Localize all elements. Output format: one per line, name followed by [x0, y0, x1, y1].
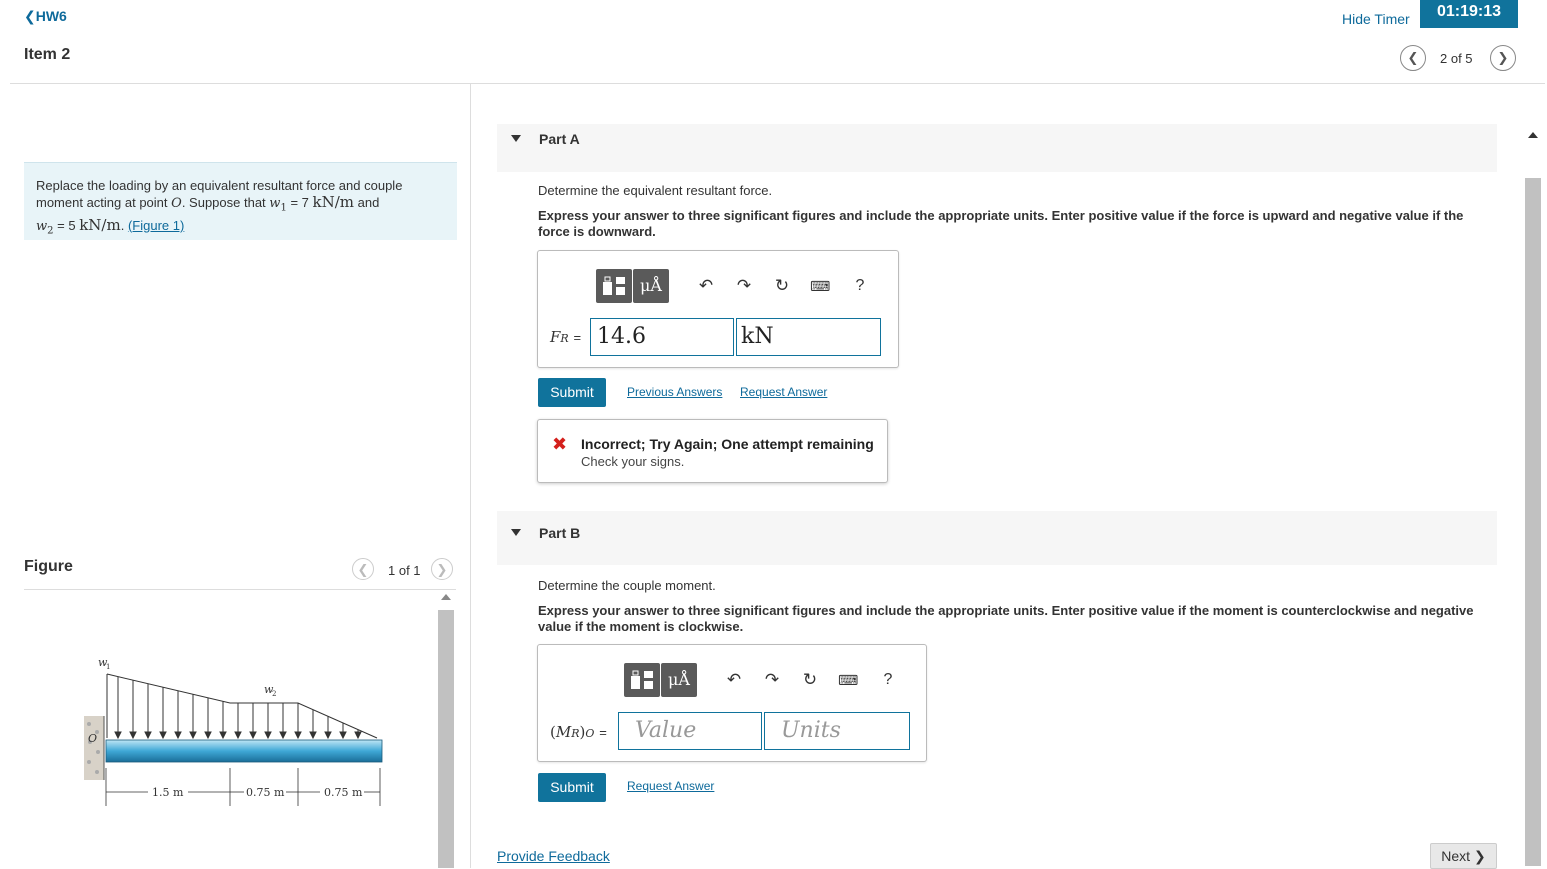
fr-label: FR =	[550, 328, 582, 346]
back-to-hw6-link[interactable]: ❮HW6	[24, 8, 67, 25]
help-icon[interactable]: ?	[850, 276, 870, 296]
timer-display: 01:19:13	[1420, 0, 1518, 28]
reset-icon[interactable]: ↻	[800, 670, 820, 690]
part-a-instructions: Express your answer to three significant…	[538, 208, 1464, 239]
wall-support	[84, 716, 104, 780]
keyboard-icon[interactable]: ⌨	[838, 670, 858, 690]
previous-item-button[interactable]: ❮	[1400, 45, 1426, 71]
part-b-instructions: Express your answer to three significant…	[538, 603, 1474, 634]
reset-icon[interactable]: ↻	[772, 276, 792, 296]
previous-figure-button[interactable]: ❮	[352, 558, 374, 580]
loading-diagram: w 1 w 2 O 1.5 m 0.75 m 0.75 m	[84, 656, 383, 806]
chevron-right-icon: ❯	[436, 562, 448, 577]
feedback-title: Incorrect; Try Again; One attempt remain…	[581, 436, 874, 452]
collapse-triangle-icon	[511, 529, 521, 536]
chevron-left-icon: ❮	[357, 562, 369, 577]
dim-0-75m-b: 0.75 m	[324, 786, 363, 799]
part-a-request-answer-link[interactable]: Request Answer	[740, 385, 827, 399]
part-b-submit-button[interactable]: Submit	[538, 773, 606, 802]
problem-statement: Replace the loading by an equivalent res…	[24, 162, 457, 240]
chevron-left-icon: ❮	[1407, 50, 1419, 65]
part-a-header[interactable]: Part A	[497, 124, 1497, 172]
part-b-label: Part B	[539, 525, 581, 541]
point-symbol: O	[171, 196, 182, 211]
redo-icon[interactable]: ↷	[734, 276, 754, 296]
main-scrollbar-thumb[interactable]	[1525, 178, 1541, 866]
part-b-units-field[interactable]: Units	[764, 712, 910, 750]
undo-icon[interactable]: ↶	[724, 670, 744, 690]
next-figure-button[interactable]: ❯	[431, 558, 453, 580]
figure-title: Figure	[24, 558, 73, 575]
templates-button[interactable]	[624, 663, 660, 697]
mro-label: (MR)O =	[550, 723, 607, 741]
undo-icon[interactable]: ↶	[696, 276, 716, 296]
column-divider	[470, 84, 471, 868]
provide-feedback-link[interactable]: Provide Feedback	[497, 848, 610, 864]
hide-timer-link[interactable]: Hide Timer	[1342, 11, 1410, 27]
incorrect-x-icon: ✖	[552, 434, 568, 454]
part-a-submit-button[interactable]: Submit	[538, 378, 606, 407]
units-button[interactable]: μÅ	[633, 269, 669, 303]
units-button[interactable]: μÅ	[661, 663, 697, 697]
dim-1-5m: 1.5 m	[152, 786, 184, 799]
units-icon: μÅ	[668, 670, 690, 689]
w1-sub: 1	[106, 663, 110, 671]
beam	[105, 739, 383, 763]
w2-sub: 2	[272, 690, 276, 698]
part-b-request-answer-link[interactable]: Request Answer	[627, 779, 714, 793]
template-icon	[631, 670, 653, 689]
figure-divider	[24, 589, 456, 590]
templates-button[interactable]	[596, 269, 632, 303]
help-icon[interactable]: ?	[878, 670, 898, 690]
part-a-answer-box: μÅ ↶ ↷ ↻ ⌨ ? FR = 14.6 kN	[537, 250, 899, 368]
collapse-triangle-icon	[511, 135, 521, 142]
part-a-units-field[interactable]: kN	[736, 318, 881, 356]
figure-counter: 1 of 1	[388, 563, 421, 578]
part-a-label: Part A	[539, 131, 580, 147]
part-a-question: Determine the equivalent resultant force…	[538, 183, 773, 198]
chevron-right-icon: ❯	[1497, 50, 1509, 65]
feedback-message-box: ✖ Incorrect; Try Again; One attempt rema…	[537, 419, 888, 483]
keyboard-icon[interactable]: ⌨	[810, 276, 830, 296]
item-counter: 2 of 5	[1440, 51, 1473, 66]
dim-0-75m-a: 0.75 m	[246, 786, 285, 799]
redo-icon[interactable]: ↷	[762, 670, 782, 690]
o-label: O	[88, 732, 97, 745]
header-divider	[10, 83, 1545, 84]
next-button[interactable]: Next ❯	[1430, 843, 1497, 869]
chevron-left-icon: ❮	[24, 8, 36, 24]
scroll-up-icon	[441, 594, 451, 600]
chevron-right-icon: ❯	[1473, 848, 1486, 864]
next-item-button[interactable]: ❯	[1490, 45, 1516, 71]
previous-answers-link[interactable]: Previous Answers	[627, 385, 722, 399]
scroll-up-icon	[1528, 132, 1538, 138]
part-b-header[interactable]: Part B	[497, 511, 1497, 565]
item-title: Item 2	[24, 46, 71, 63]
figure-scrollbar-thumb[interactable]	[438, 610, 454, 868]
feedback-hint: Check your signs.	[581, 454, 685, 469]
load-arrows	[114, 677, 362, 740]
units-icon: μÅ	[640, 276, 662, 295]
template-icon	[603, 276, 625, 295]
figure-1-link[interactable]: (Figure 1)	[128, 218, 184, 233]
part-b-value-field[interactable]: Value	[618, 712, 762, 750]
part-b-question: Determine the couple moment.	[538, 578, 716, 593]
part-a-value-field[interactable]: 14.6	[590, 318, 734, 356]
part-b-answer-box: μÅ ↶ ↷ ↻ ⌨ ? (MR)O = Value Units	[537, 644, 927, 762]
